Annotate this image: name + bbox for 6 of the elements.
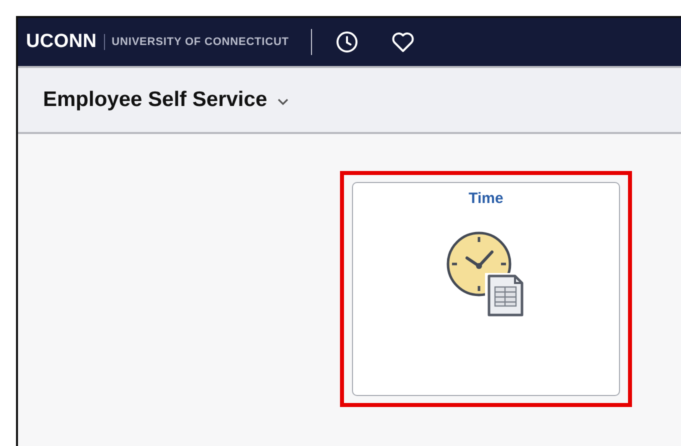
recent-clock-icon[interactable] [334,29,360,55]
university-logo: UCONN [26,31,97,53]
university-name: UNIVERSITY OF CONNECTICUT [112,36,289,48]
chevron-down-icon[interactable] [277,98,290,106]
time-tile[interactable]: Time [352,182,620,396]
page-title[interactable]: Employee Self Service [43,88,268,112]
